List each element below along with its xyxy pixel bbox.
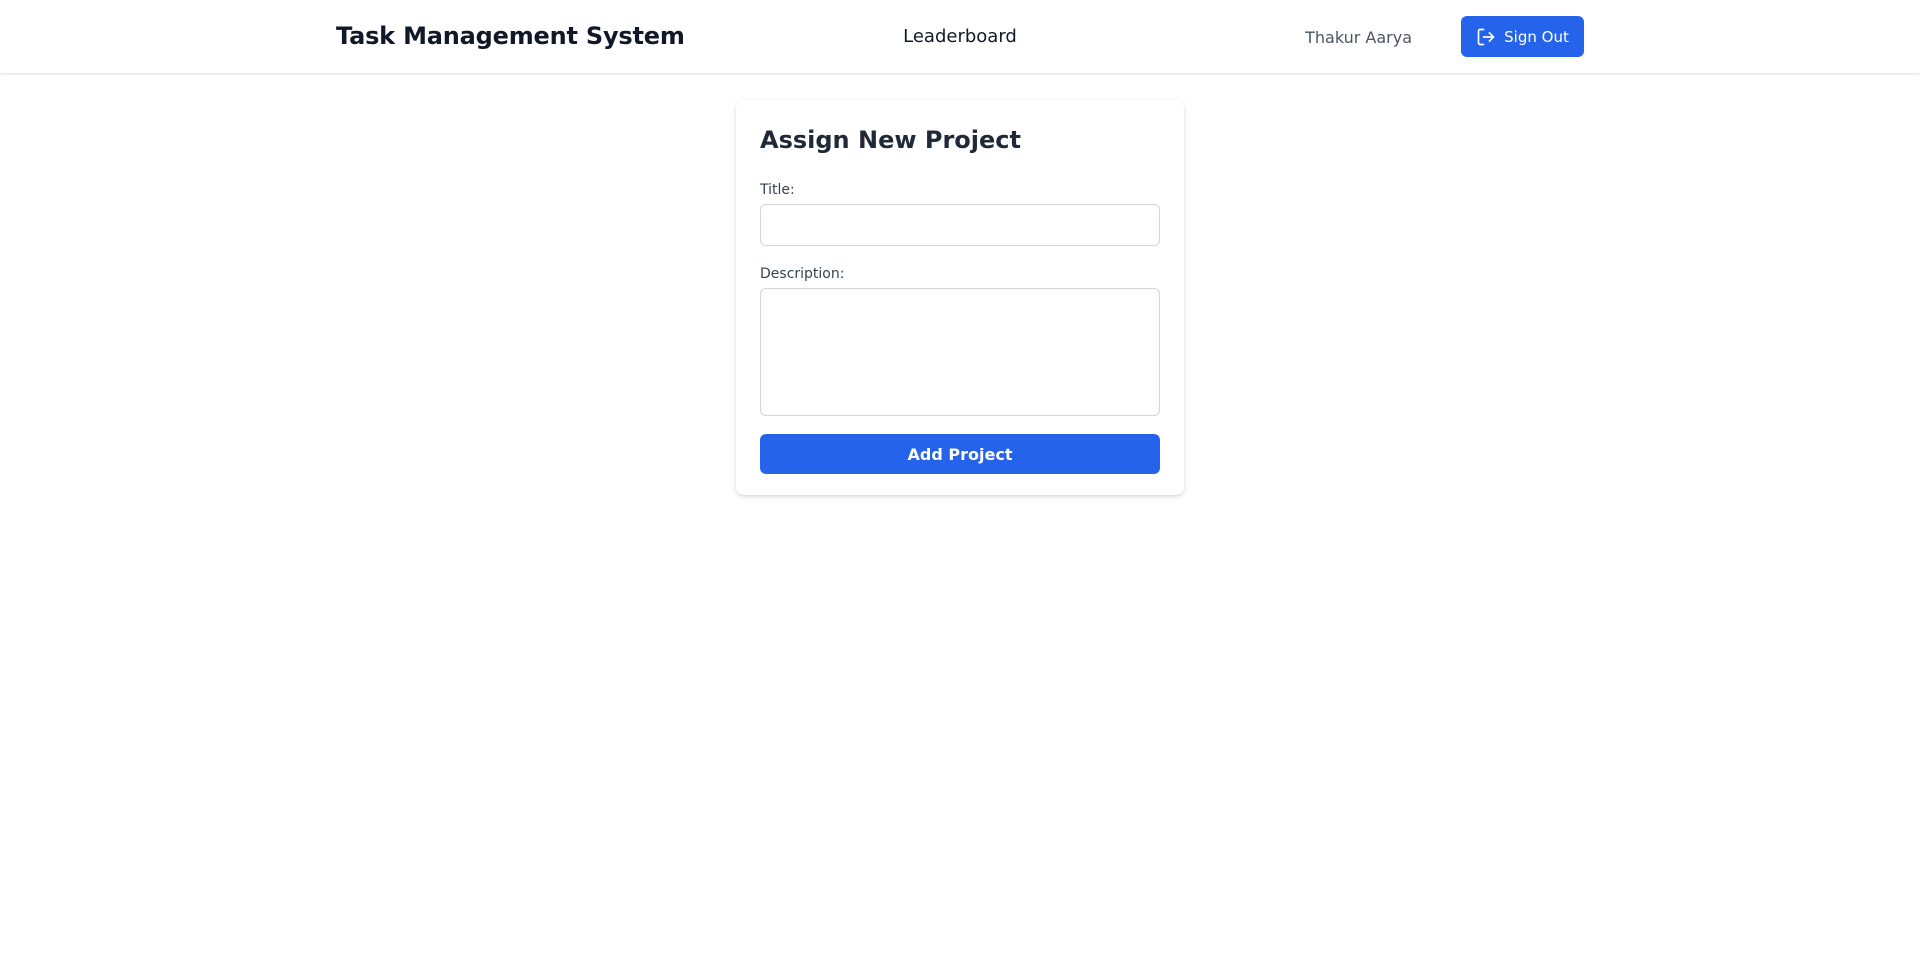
title-input[interactable] (760, 204, 1160, 246)
app-title: Task Management System (336, 22, 685, 50)
description-textarea[interactable] (760, 288, 1160, 416)
sign-out-label: Sign Out (1504, 27, 1569, 46)
title-label: Title: (760, 182, 795, 198)
sign-out-button[interactable]: Sign Out (1461, 16, 1584, 57)
navbar-inner: Task Management System Leaderboard Thaku… (336, 0, 1584, 74)
nav-link-leaderboard[interactable]: Leaderboard (903, 26, 1017, 47)
navbar: Task Management System Leaderboard Thaku… (0, 0, 1920, 74)
user-name: Thakur Aarya (1305, 28, 1412, 47)
description-label: Description: (760, 266, 845, 282)
assign-project-card: Assign New Project Title: Description: A… (736, 100, 1184, 495)
sign-out-icon (1476, 27, 1496, 47)
add-project-button[interactable]: Add Project (760, 434, 1160, 474)
form-title: Assign New Project (760, 126, 1021, 154)
